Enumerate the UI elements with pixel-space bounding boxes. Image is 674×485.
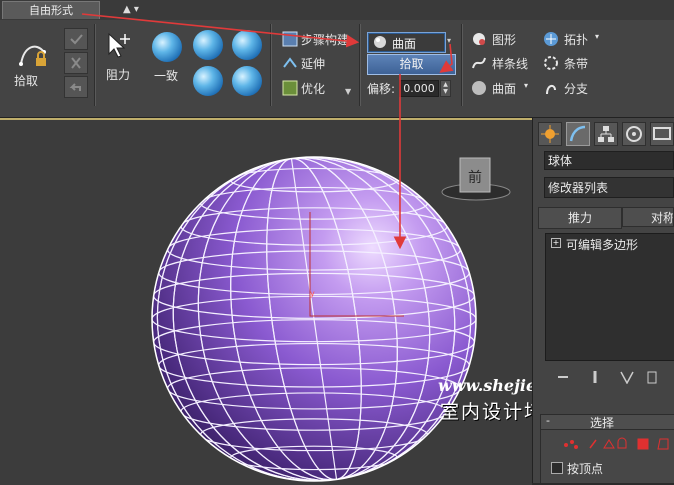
surface-label[interactable]: 曲面 — [492, 80, 516, 97]
surface-mode-value: 曲面 — [392, 37, 417, 51]
ribbon-tab-strip — [0, 0, 674, 21]
viewport-scene: y 前 — [151, 156, 511, 482]
motion-tab[interactable] — [622, 122, 646, 146]
optimize-icon — [282, 80, 298, 96]
conform-relax-icon[interactable] — [232, 30, 262, 60]
surface-mode-dropdown-arrow[interactable]: ▾ — [447, 36, 451, 45]
push-modifier-button[interactable]: 推力 — [538, 207, 622, 229]
create-tab[interactable] — [538, 122, 562, 146]
subobject-level-icons — [564, 437, 669, 450]
pick-label[interactable]: 拾取 — [14, 72, 38, 89]
step-build-icon — [282, 31, 298, 47]
offset-input[interactable]: 0.000 — [399, 80, 439, 97]
sphere-icon — [374, 36, 386, 48]
stack-expand-toggle[interactable]: + — [551, 238, 561, 248]
gizmo-axis-label: y — [310, 289, 315, 298]
shape-icon — [473, 33, 485, 45]
viewcube-face-label: 前 — [468, 169, 482, 186]
close-icon — [71, 57, 81, 69]
topology-icon — [544, 32, 558, 46]
remove-modifier-icon[interactable] — [645, 370, 659, 384]
pin-stack-icon[interactable] — [556, 370, 570, 384]
motion-icon — [626, 126, 642, 142]
stack-item-editable-poly[interactable]: 可编辑多边形 — [566, 236, 638, 253]
surface-sphere-icon — [472, 81, 486, 95]
pick-surface-button[interactable]: 拾取 — [367, 54, 456, 75]
cancel-button[interactable] — [64, 52, 88, 74]
undo-icon — [69, 83, 81, 91]
conform-scale-icon[interactable] — [193, 66, 223, 96]
extend-label[interactable]: 延伸 — [301, 55, 325, 72]
strip-icon — [544, 56, 558, 70]
ribbon-panel: 拾取 阻力 一致 步骤构建 延伸 优化 图形 样条线 曲面 ▾ 拓扑 ▾ 条带 … — [0, 20, 674, 118]
topology-label[interactable]: 拓扑 — [564, 31, 588, 48]
modify-icon — [569, 125, 586, 142]
consistent-label[interactable]: 一致 — [154, 67, 178, 84]
strip-label[interactable]: 条带 — [564, 55, 588, 72]
branch-label[interactable]: 分支 — [564, 80, 588, 97]
topology-dropdown-arrow[interactable]: ▾ — [595, 32, 599, 41]
tab-freeform[interactable]: 自由形式 — [2, 1, 100, 19]
spline-icon — [472, 57, 486, 69]
hierarchy-tab[interactable] — [594, 122, 618, 146]
conform-rotate-icon[interactable] — [232, 66, 262, 96]
modify-tab[interactable] — [566, 122, 590, 146]
symmetry-modifier-button[interactable]: 对称 — [622, 207, 674, 227]
display-tab[interactable] — [650, 122, 674, 146]
ribbon-separator — [359, 24, 361, 106]
conform-brush-icon[interactable] — [152, 32, 182, 62]
spline-label[interactable]: 样条线 — [492, 55, 528, 72]
subobject-icons — [564, 437, 669, 450]
rollout-collapse-toggle[interactable]: - — [546, 414, 550, 427]
show-end-result-icon[interactable] — [588, 370, 602, 384]
surface-dropdown-arrow[interactable]: ▾ — [524, 81, 528, 90]
extend-icon — [283, 57, 297, 68]
pick-surface-icon — [19, 45, 46, 66]
make-unique-icon[interactable] — [620, 370, 634, 384]
offset-spinner[interactable]: ▲ ▼ — [440, 80, 451, 97]
display-icon — [653, 127, 671, 140]
object-name-field[interactable]: 球体 — [544, 151, 674, 170]
optimize-label[interactable]: 优化 — [301, 80, 325, 97]
create-icon — [541, 125, 559, 143]
perspective-viewport[interactable]: y 前 — [0, 118, 532, 485]
modifier-list-dropdown[interactable]: 修改器列表 — [544, 177, 674, 198]
conform-move-icon[interactable] — [193, 30, 223, 60]
ribbon-display-dropdown[interactable]: ▲ ▾ — [116, 2, 146, 17]
check-icon — [70, 34, 83, 45]
resist-label[interactable]: 阻力 — [106, 66, 130, 83]
shape-label[interactable]: 图形 — [492, 31, 516, 48]
ribbon-separator — [461, 24, 463, 106]
ribbon-separator — [94, 24, 96, 106]
step-build-label[interactable]: 步骤构建 — [301, 31, 349, 48]
by-vertex-label: 按顶点 — [567, 462, 604, 476]
surface-mode-select[interactable]: 曲面 — [367, 32, 446, 53]
branch-icon — [546, 84, 556, 95]
offset-label: 偏移: — [367, 82, 396, 96]
confirm-button[interactable] — [64, 28, 88, 50]
undo-button[interactable] — [64, 76, 88, 98]
hierarchy-icon — [598, 126, 614, 142]
drag-cursor-icon — [108, 32, 130, 58]
ribbon-separator — [270, 24, 272, 106]
by-vertex-checkbox[interactable] — [551, 462, 563, 474]
rollout-title: 选择 — [590, 416, 615, 430]
ribbon-collapse-arrow[interactable]: ▼ — [345, 87, 351, 96]
